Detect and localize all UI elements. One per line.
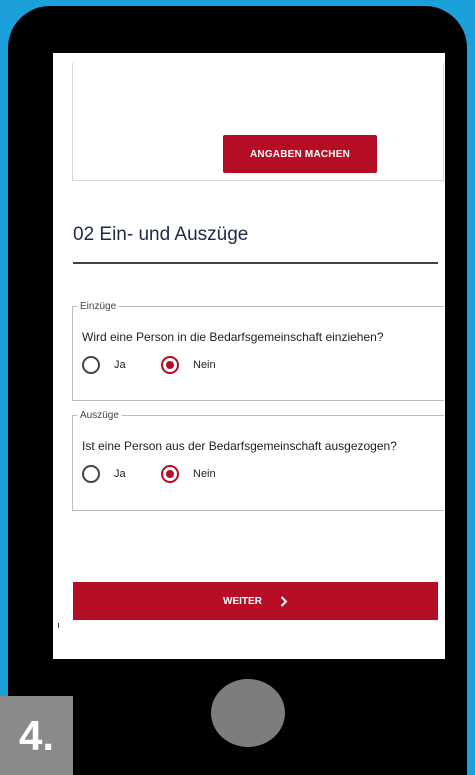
radio-checked-icon[interactable] — [161, 465, 179, 483]
radio-checked-icon[interactable] — [161, 356, 179, 374]
auszuege-option-ja[interactable]: Ja — [82, 465, 126, 483]
radio-unchecked-icon[interactable] — [82, 465, 100, 483]
option-label: Nein — [193, 359, 216, 371]
app-screen: ANGABEN MACHEN 02 Ein- und Auszüge Einzü… — [53, 53, 445, 659]
auszuege-option-nein[interactable]: Nein — [161, 465, 216, 483]
angaben-machen-button[interactable]: ANGABEN MACHEN — [223, 135, 377, 173]
einzuege-option-nein[interactable]: Nein — [161, 356, 216, 374]
einzuege-question: Wird eine Person in die Bedarfsgemeinsch… — [82, 330, 384, 344]
phone-frame: ANGABEN MACHEN 02 Ein- und Auszüge Einzü… — [8, 6, 467, 775]
previous-section-card: ANGABEN MACHEN — [72, 63, 444, 181]
home-button[interactable] — [211, 679, 285, 747]
weiter-button[interactable]: WEITER — [73, 582, 438, 620]
auszuege-group: Auszüge Ist eine Person aus der Bedarfsg… — [72, 410, 444, 511]
auszuege-legend: Auszüge — [80, 410, 119, 421]
scroll-marker — [58, 623, 59, 628]
section-divider — [73, 262, 438, 264]
einzuege-group: Einzüge Wird eine Person in die Bedarfsg… — [72, 301, 444, 401]
einzuege-legend: Einzüge — [80, 301, 117, 312]
section-title: 02 Ein- und Auszüge — [73, 224, 249, 245]
einzuege-option-ja[interactable]: Ja — [82, 356, 126, 374]
step-badge: 4. — [0, 696, 73, 775]
chevron-right-icon — [280, 595, 288, 607]
option-label: Nein — [193, 468, 216, 480]
weiter-label: WEITER — [223, 595, 262, 607]
option-label: Ja — [114, 359, 126, 371]
auszuege-question: Ist eine Person aus der Bedarfsgemeinsch… — [82, 439, 397, 453]
option-label: Ja — [114, 468, 126, 480]
radio-unchecked-icon[interactable] — [82, 356, 100, 374]
